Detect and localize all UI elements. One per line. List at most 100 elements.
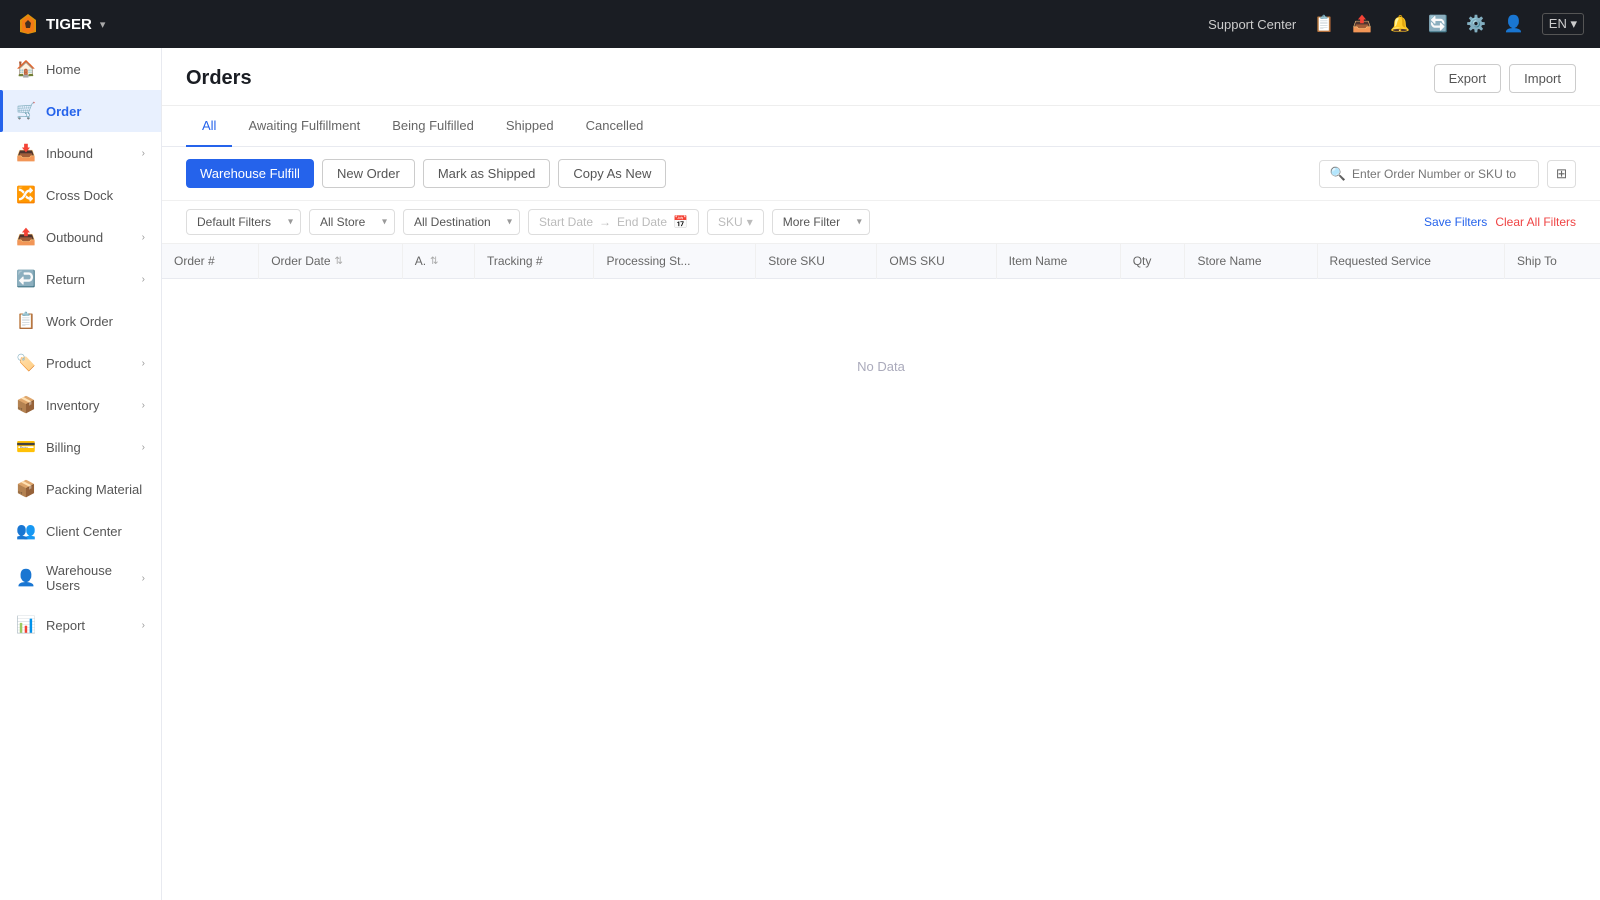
more-filter-wrap: More Filter (772, 209, 870, 235)
import-button[interactable]: Import (1509, 64, 1576, 93)
no-data-row: No Data (162, 279, 1600, 455)
sidebar-item-return[interactable]: ↩️Return› (0, 258, 161, 300)
tab-cancelled[interactable]: Cancelled (570, 106, 660, 147)
sidebar-item-home[interactable]: 🏠 Home (0, 48, 161, 90)
th-order-date[interactable]: Order Date ⇅ (259, 244, 403, 279)
tab-awaiting[interactable]: Awaiting Fulfillment (232, 106, 376, 147)
return-chevron-icon: › (142, 274, 145, 285)
tab-shipped[interactable]: Shipped (490, 106, 570, 147)
sidebar-item-billing[interactable]: 💳Billing› (0, 426, 161, 468)
date-range-filter[interactable]: Start Date → End Date 📅 (528, 209, 699, 235)
more-filter-select[interactable]: More Filter (772, 209, 870, 235)
sidebar-item-cross-dock[interactable]: 🔀 Cross Dock (0, 174, 161, 216)
report-icon: 📊 (16, 615, 36, 635)
th-store-name: Store Name (1185, 244, 1317, 279)
all-destination-select[interactable]: All Destination (403, 209, 520, 235)
sidebar-item-warehouse-users[interactable]: 👤 Warehouse Users › (0, 552, 161, 604)
th-store-sku: Store SKU (756, 244, 877, 279)
sidebar-item-inbound[interactable]: 📥Inbound› (0, 132, 161, 174)
inventory-icon: 📦 (16, 395, 36, 415)
warehouse-users-chevron-icon: › (142, 573, 145, 584)
sidebar-item-label-inbound: Inbound (46, 146, 93, 161)
tab-all[interactable]: All (186, 106, 232, 147)
all-destination-wrap: All Destination (403, 209, 520, 235)
billing-icon: 💳 (16, 437, 36, 457)
th-oms-sku: OMS SKU (877, 244, 996, 279)
warehouse-fulfill-button[interactable]: Warehouse Fulfill (186, 159, 314, 188)
tabs-bar: AllAwaiting FulfillmentBeing FulfilledSh… (162, 106, 1600, 147)
inventory-chevron-icon: › (142, 400, 145, 411)
clear-all-filters-button[interactable]: Clear All Filters (1495, 215, 1576, 229)
return-icon: ↩️ (16, 269, 36, 289)
sku-caret: ▾ (747, 215, 753, 229)
sidebar-item-report[interactable]: 📊Report› (0, 604, 161, 646)
inbound-chevron-icon: › (142, 148, 145, 159)
default-filters-select[interactable]: Default Filters (186, 209, 301, 235)
date-arrow: → (599, 215, 611, 229)
start-date-label: Start Date (539, 215, 593, 229)
new-order-button[interactable]: New Order (322, 159, 415, 188)
app-name: TIGER (46, 16, 92, 33)
sidebar-item-outbound[interactable]: 📤Outbound› (0, 216, 161, 258)
sidebar-item-label-product: Product (46, 356, 91, 371)
tab-being-fulfilled[interactable]: Being Fulfilled (376, 106, 490, 147)
export-icon[interactable]: 📤 (1352, 14, 1372, 34)
th-item-name: Item Name (996, 244, 1120, 279)
th-tracking: Tracking # (474, 244, 594, 279)
search-icon: 🔍 (1330, 166, 1346, 182)
mark-as-shipped-button[interactable]: Mark as Shipped (423, 159, 551, 188)
no-data-cell: No Data (162, 279, 1600, 455)
sidebar-item-order[interactable]: 🛒 Order (0, 90, 161, 132)
header-actions: Export Import (1434, 64, 1576, 93)
product-chevron-icon: › (142, 358, 145, 369)
top-nav-left: TIGER ▾ (16, 12, 105, 36)
orders-table: Order #Order Date ⇅A. ⇅Tracking #Process… (162, 244, 1600, 454)
sidebar-item-label-report: Report (46, 618, 85, 633)
sidebar-item-label-client-center: Client Center (46, 524, 122, 539)
th-ship-to: Ship To (1505, 244, 1600, 279)
sidebar-item-client-center[interactable]: 👥 Client Center (0, 510, 161, 552)
sidebar-item-label-inventory: Inventory (46, 398, 99, 413)
language-selector[interactable]: EN ▾ (1542, 13, 1584, 35)
save-filters-button[interactable]: Save Filters (1424, 215, 1487, 229)
home-icon: 🏠 (16, 59, 36, 79)
end-date-label: End Date (617, 215, 667, 229)
app-caret[interactable]: ▾ (100, 18, 106, 31)
settings-icon[interactable]: ⚙️ (1466, 14, 1486, 34)
user-icon[interactable]: 👤 (1504, 14, 1524, 34)
search-input-wrap: 🔍 (1319, 160, 1539, 188)
order-icon: 🛒 (16, 101, 36, 121)
sidebar-item-label-home: Home (46, 62, 81, 77)
search-input[interactable] (1352, 167, 1528, 181)
cross-dock-icon: 🔀 (16, 185, 36, 205)
default-filters-wrap: Default Filters (186, 209, 301, 235)
support-center-link[interactable]: Support Center (1208, 17, 1296, 32)
th-a[interactable]: A. ⇅ (402, 244, 474, 279)
sidebar-item-label-cross-dock: Cross Dock (46, 188, 113, 203)
sidebar-item-label-warehouse-users: Warehouse Users (46, 563, 132, 593)
sidebar-item-label-order: Order (46, 104, 81, 119)
page-header: Orders Export Import (162, 48, 1600, 106)
sidebar-item-inventory[interactable]: 📦 Inventory › (0, 384, 161, 426)
sidebar-item-packing-material[interactable]: 📦Packing Material (0, 468, 161, 510)
table-wrap: Order #Order Date ⇅A. ⇅Tracking #Process… (162, 244, 1600, 900)
all-store-wrap: All Store (309, 209, 395, 235)
clipboard-icon[interactable]: 📋 (1314, 14, 1334, 34)
top-nav-right: Support Center 📋 📤 🔔 🔄 ⚙️ 👤 EN ▾ (1208, 13, 1584, 35)
notification-icon[interactable]: 🔔 (1390, 14, 1410, 34)
export-button[interactable]: Export (1434, 64, 1502, 93)
th-order-num: Order # (162, 244, 259, 279)
all-store-select[interactable]: All Store (309, 209, 395, 235)
table-config-button[interactable]: ⊞ (1547, 160, 1576, 188)
warehouse-users-icon: 👤 (16, 568, 36, 588)
table-body: No Data (162, 279, 1600, 455)
tiger-logo-icon (16, 12, 40, 36)
copy-as-new-button[interactable]: Copy As New (558, 159, 666, 188)
packing-material-icon: 📦 (16, 479, 36, 499)
sidebar-item-product[interactable]: 🏷️Product› (0, 342, 161, 384)
main-content: Orders Export Import AllAwaiting Fulfill… (162, 48, 1600, 900)
refresh-icon[interactable]: 🔄 (1428, 14, 1448, 34)
sidebar-item-work-order[interactable]: 📋Work Order (0, 300, 161, 342)
client-center-icon: 👥 (16, 521, 36, 541)
filters-bar: Default Filters All Store All Destinatio… (162, 201, 1600, 244)
